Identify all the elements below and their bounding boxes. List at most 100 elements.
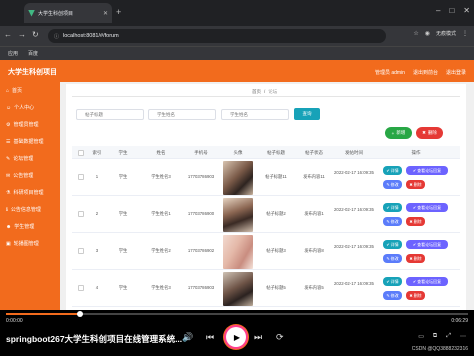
edit-button[interactable]: ✎ 修改 [383,291,402,300]
detail-button[interactable]: ✔ 详情 [383,277,402,286]
view-reply-button[interactable]: ✔ 查看论坛回复 [406,240,448,249]
sidebar-item-9[interactable]: ▣ 轮播图管理 [0,235,60,252]
breadcrumb-home[interactable]: 首页 [252,89,261,95]
view-reply-button[interactable]: ✔ 查看论坛回复 [406,166,448,175]
volume-icon[interactable]: 🔊 [182,332,193,343]
edit-icon: ✎ [386,182,390,187]
view-reply-button[interactable]: ✔ 查看论坛回复 [406,277,448,286]
cell-index: 3 [95,248,99,253]
sidebar-item-8[interactable]: ☻ 学生管理 [0,218,60,235]
post-title-search-input[interactable] [76,109,144,120]
window-close-icon[interactable]: ✕ [463,6,470,15]
row-checkbox[interactable] [78,248,84,254]
sidebar-item-7[interactable]: ℹ 公告信息管理 [0,201,60,218]
next-icon[interactable]: ⏭ [254,332,262,343]
bookmarks-bar: 应用 百度 [0,46,474,60]
edit-icon: ✎ [386,293,390,298]
detail-icon: ✔ [386,205,390,210]
row-delete-button[interactable]: ✖ 删除 [406,291,425,300]
sidebar-item-icon: ⚙ [6,121,11,128]
menu-icon[interactable]: ⋮ [462,30,468,37]
sidebar-item-icon: ⚗ [6,189,11,196]
row-checkbox[interactable] [78,285,84,291]
search-button[interactable]: 查询 [294,108,320,120]
detail-button[interactable]: ✔ 详情 [383,203,402,212]
row-delete-button[interactable]: ✖ 删除 [406,217,425,226]
subtitles-icon[interactable]: ▭ [418,333,424,340]
view-reply-button[interactable]: ✔ 查看论坛回复 [406,203,448,212]
breadcrumb-divider [72,96,460,97]
sidebar-item-0[interactable]: ⌂ 首页 [0,82,60,99]
repeat-icon[interactable]: ⟳ [276,332,284,343]
th-student: 学生 [118,150,128,155]
sidebar-item-4[interactable]: ✎ 论坛管理 [0,150,60,167]
sidebar-item-icon: ☺ [6,104,12,111]
maximize-icon[interactable]: □ [449,6,454,15]
sidebar-item-icon: ℹ [6,206,8,213]
logout-link[interactable]: 退出登录 [446,69,466,76]
th-post-time: 发帖时间 [345,150,363,155]
delete-icon: ✖ [409,182,413,187]
reload-icon[interactable]: ↻ [32,30,39,39]
forward-icon[interactable]: → [18,30,26,39]
sidebar-item-icon: ☰ [6,138,11,145]
edit-button[interactable]: ✎ 修改 [383,180,402,189]
progress-handle[interactable] [77,311,83,317]
sidebar-item-label: 科研项目管理 [13,190,44,196]
bookmark-baidu[interactable]: 百度 [28,50,38,57]
row-delete-label: 删除 [413,181,422,187]
student-name-search-input[interactable] [148,109,216,120]
add-button[interactable]: + 新增 [385,127,412,139]
detail-button[interactable]: ✔ 详情 [383,166,402,175]
more-icon[interactable]: ⋯ [460,333,466,340]
batch-delete-button[interactable]: ✖ 删除 [416,127,443,139]
row-checkbox[interactable] [78,211,84,217]
sidebar-item-2[interactable]: ⚙ 管理员管理 [0,116,60,133]
previous-icon[interactable]: ⏮ [206,332,214,343]
cell-post-title: 帖子标题3 [266,248,286,253]
detail-button[interactable]: ✔ 详情 [383,240,402,249]
player-right-controls: ▭ ⧉ ⤢ ⋯ [418,333,466,340]
student-name-search-input-2[interactable] [221,109,289,120]
edit-button[interactable]: ✎ 修改 [383,254,402,263]
pip-icon[interactable]: ⧉ [433,333,437,340]
minimize-icon[interactable]: – [436,6,440,15]
select-all-checkbox[interactable] [78,150,84,156]
edit-button[interactable]: ✎ 修改 [383,217,402,226]
to-frontend-link[interactable]: 退出到前台 [413,69,438,76]
cell-post-status: 发布内容1 [304,211,324,216]
new-tab-icon[interactable]: + [116,7,121,17]
delete-icon: ✖ [409,256,413,261]
cell-post-time: 2022-02-17 16:09:35 [334,281,374,286]
reply-icon: ✔ [412,205,417,210]
cell-index: 1 [95,174,99,179]
current-time: 0:00:00 [6,318,23,324]
profile-label[interactable]: 无痕模式 [436,30,456,37]
play-icon: ▶ [233,332,241,342]
cell-post-status: 发布内容5 [304,285,324,290]
plus-icon: + [391,130,395,136]
bookmark-apps[interactable]: 应用 [8,50,18,57]
row-delete-button[interactable]: ✖ 删除 [406,254,425,263]
fullscreen-icon[interactable]: ⤢ [446,333,451,340]
browser-tab[interactable]: 大学生科创项目 ✕ [24,3,112,23]
cell-post-status: 发布内容11 [303,174,325,179]
sidebar-item-3[interactable]: ☰ 基础数据管理 [0,133,60,150]
sidebar-item-5[interactable]: ✉ 公告管理 [0,167,60,184]
cell-post-time: 2022-02-17 16:09:35 [334,244,374,249]
sidebar-item-1[interactable]: ☺ 个人中心 [0,99,60,116]
back-icon[interactable]: ← [4,30,12,39]
cell-index: 2 [95,211,99,216]
th-name: 姓名 [156,150,166,155]
url-field[interactable]: ⓘ localhost:8081/#/forum [48,29,386,43]
tab-close-icon[interactable]: ✕ [103,10,108,17]
sidebar-item-label: 管理员管理 [13,122,39,128]
play-button[interactable]: ▶ [226,327,246,347]
sidebar-item-6[interactable]: ⚗ 科研项目管理 [0,184,60,201]
row-delete-label: 删除 [413,292,422,298]
cell-post-title: 帖子标题5 [266,285,286,290]
row-checkbox[interactable] [78,174,84,180]
star-icon[interactable]: ☆ [413,30,418,37]
cell-post-title: 帖子标题2 [266,211,286,216]
row-delete-button[interactable]: ✖ 删除 [406,180,425,189]
